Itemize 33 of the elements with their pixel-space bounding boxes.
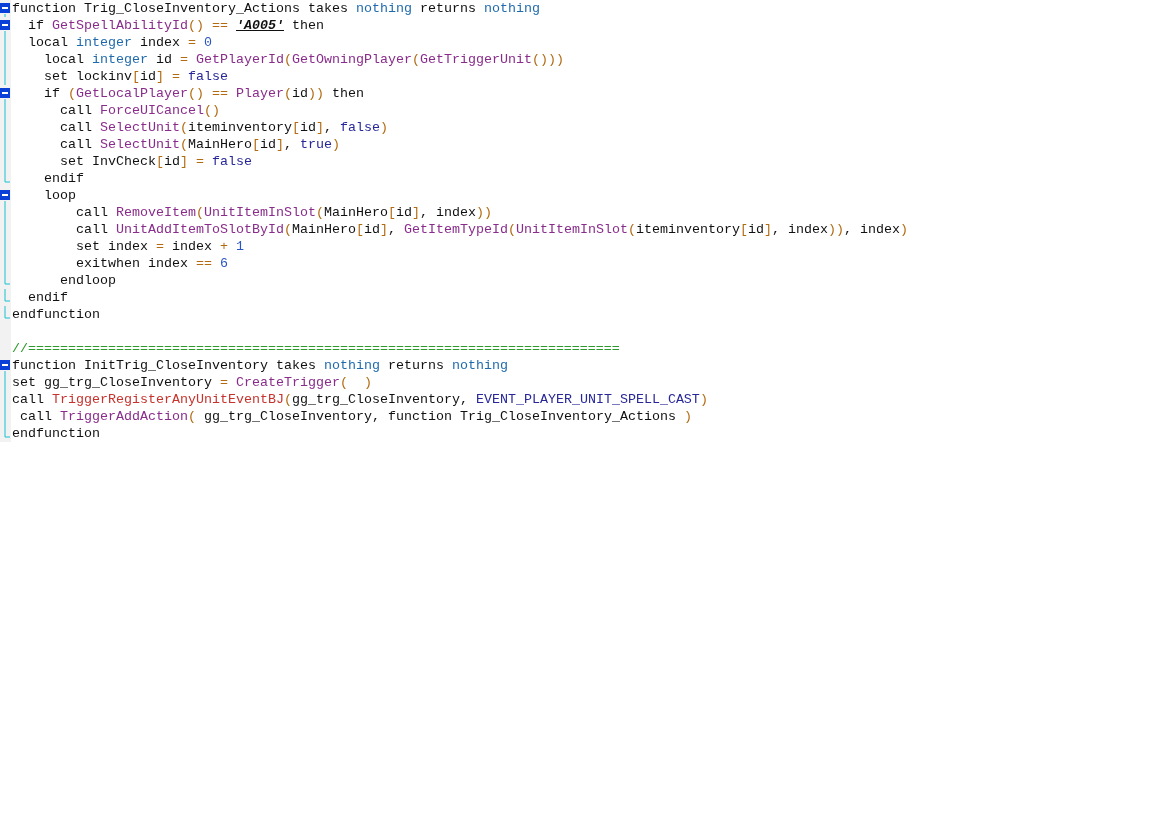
code-line: endif <box>43 170 84 187</box>
code-line: call TriggerAddAction( gg_trg_CloseInventory, function Trig_CloseInventory_Actions ) <box>19 408 692 425</box>
code-line: call UnitAddItemToSlotById(MainHero[id], GetItemTypeId(UnitItemInSlot(iteminventory[id], index)), index) <box>75 221 908 238</box>
code-line: call TriggerRegisterAnyUnitEventBJ(gg_trg_CloseInventory, EVENT_PLAYER_UNIT_SPELL_CAST) <box>11 391 708 408</box>
code-line: call SelectUnit(MainHero[id], true) <box>59 136 340 153</box>
code-line: //========================================================================== <box>11 340 620 357</box>
code-line: function InitTrig_CloseInventory takes nothing returns nothing <box>11 357 508 374</box>
code-line: local integer id = GetPlayerId(GetOwningPlayer(GetTriggerUnit())) <box>43 51 564 68</box>
fold-guide-line <box>4 306 11 319</box>
code-line: set InvCheck[id] = false <box>59 153 252 170</box>
code-line: endfunction <box>11 306 100 323</box>
code-line: loop <box>43 187 76 204</box>
fold-toggle-icon[interactable] <box>0 88 10 98</box>
code-line: exitwhen index == 6 <box>75 255 228 272</box>
code-line: set lockinv[id] = false <box>43 68 228 85</box>
code-line: call SelectUnit(iteminventory[id], false) <box>59 119 388 136</box>
code-line: if (GetLocalPlayer() == Player(id)) then <box>43 85 364 102</box>
code-line: endif <box>27 289 68 306</box>
code-line: call ForceUICancel() <box>59 102 220 119</box>
fold-guide-line <box>4 13 6 17</box>
fold-toggle-icon[interactable] <box>0 190 10 200</box>
fold-toggle-icon[interactable] <box>0 3 10 13</box>
code-line: endloop <box>59 272 116 289</box>
code-line: call RemoveItem(UnitItemInSlot(MainHero[id], index)) <box>75 204 492 221</box>
code-line: local integer index = 0 <box>27 34 212 51</box>
code-line: if GetSpellAbilityId() == 'A005' then <box>27 17 324 34</box>
code-line: set index = index + 1 <box>75 238 244 255</box>
code-line: set gg_trg_CloseInventory = CreateTrigger( ) <box>11 374 372 391</box>
fold-toggle-icon[interactable] <box>0 360 10 370</box>
fold-guide-line <box>4 289 11 302</box>
code-line: function Trig_CloseInventory_Actions takes nothing returns nothing <box>11 0 540 17</box>
fold-toggle-icon[interactable] <box>0 20 10 30</box>
code-line: endfunction <box>11 425 100 442</box>
